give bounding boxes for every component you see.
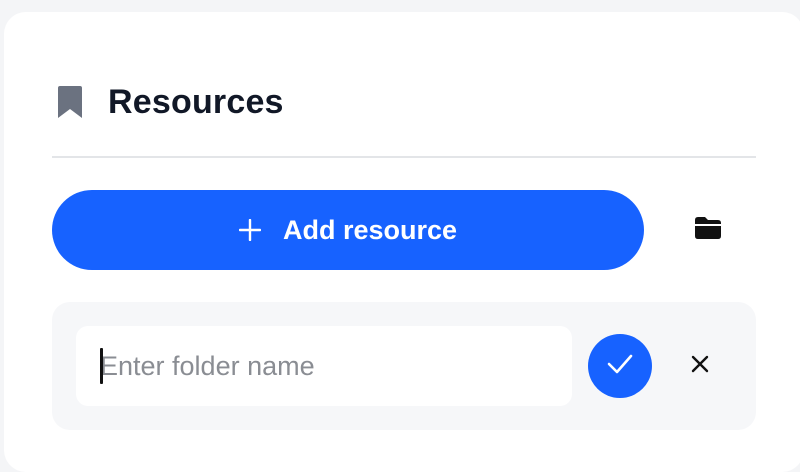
page-title: Resources <box>108 82 284 121</box>
header-divider <box>52 156 756 158</box>
close-icon <box>691 355 709 378</box>
confirm-folder-button[interactable] <box>588 334 652 398</box>
text-cursor <box>100 348 103 384</box>
cancel-folder-button[interactable] <box>680 346 720 386</box>
folder-name-input[interactable] <box>76 326 572 406</box>
bookmark-icon <box>52 84 88 120</box>
add-resource-button[interactable]: Add resource <box>52 190 644 270</box>
new-folder-row <box>52 302 756 430</box>
panel-header: Resources <box>52 72 284 132</box>
plus-icon <box>238 219 261 241</box>
check-icon <box>607 353 633 380</box>
new-folder-button[interactable] <box>684 210 732 250</box>
folder-icon <box>694 216 722 245</box>
resources-panel: Resources Add resource <box>4 12 800 472</box>
add-resource-label: Add resource <box>282 214 458 245</box>
